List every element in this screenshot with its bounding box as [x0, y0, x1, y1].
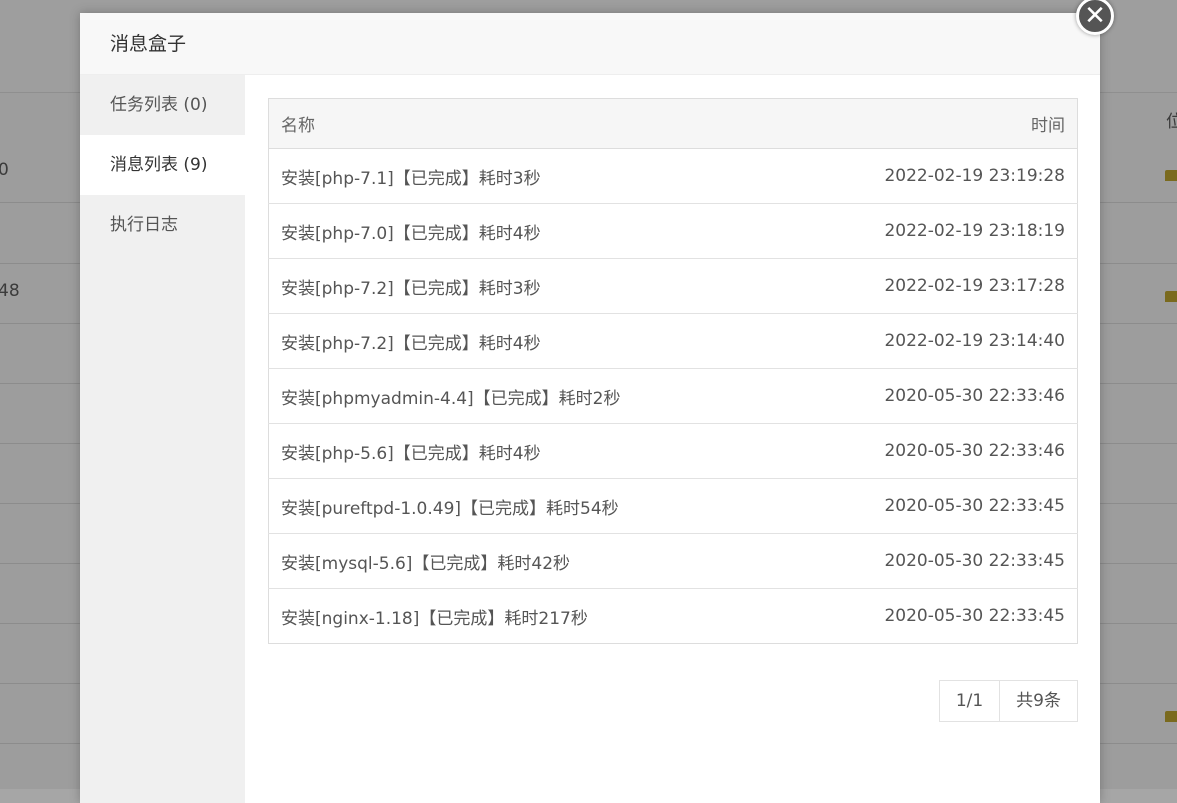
message-name: 安装[php-7.2]【已完成】耗时4秒 [268, 313, 786, 369]
message-time: 2022-02-19 23:14:40 [785, 313, 1078, 369]
dialog-title: 消息盒子 [110, 33, 187, 55]
sidebar-item-task-list[interactable]: 任务列表 (0) [80, 75, 245, 135]
message-time: 2022-02-19 23:18:19 [785, 203, 1078, 259]
table-row: 安装[php-7.0]【已完成】耗时4秒 2022-02-19 23:18:19 [268, 203, 1078, 259]
sidebar-item-label: 消息列表 (9) [110, 155, 208, 175]
table-row: 安装[php-7.2]【已完成】耗时4秒 2022-02-19 23:14:40 [268, 313, 1078, 369]
message-name: 安装[pureftpd-1.0.49]【已完成】耗时54秒 [268, 478, 786, 534]
message-name: 安装[mysql-5.6]【已完成】耗时42秒 [268, 533, 786, 589]
message-name: 安装[nginx-1.18]【已完成】耗时217秒 [268, 588, 786, 644]
sidebar-item-message-list[interactable]: 消息列表 (9) [80, 135, 245, 195]
message-name: 安装[php-7.2]【已完成】耗时3秒 [268, 258, 786, 314]
column-header-name: 名称 [268, 98, 786, 149]
table-row: 安装[nginx-1.18]【已完成】耗时217秒 2020-05-30 22:… [268, 588, 1078, 644]
message-name: 安装[php-7.0]【已完成】耗时4秒 [268, 203, 786, 259]
sidebar-item-execution-log[interactable]: 执行日志 [80, 195, 245, 255]
message-name: 安装[phpmyadmin-4.4]【已完成】耗时2秒 [268, 368, 786, 424]
dialog-header: 消息盒子 [80, 13, 1100, 75]
folder-icon [1165, 170, 1177, 181]
message-time: 2020-05-30 22:33:45 [785, 533, 1078, 589]
table-header-row: 名称 时间 [268, 98, 1078, 149]
message-name: 安装[php-5.6]【已完成】耗时4秒 [268, 423, 786, 479]
pagination: 1/1 共9条 [938, 680, 1078, 722]
sidebar-item-label: 执行日志 [110, 215, 178, 235]
table-row: 安装[phpmyadmin-4.4]【已完成】耗时2秒 2020-05-30 2… [268, 368, 1078, 424]
background-header-label: 位 [1166, 112, 1177, 132]
table-row: 安装[pureftpd-1.0.49]【已完成】耗时54秒 2020-05-30… [268, 478, 1078, 534]
folder-icon [1165, 711, 1177, 722]
table-row: 安装[php-7.1]【已完成】耗时3秒 2022-02-19 23:19:28 [268, 148, 1078, 204]
folder-icon [1165, 291, 1177, 302]
background-cell: 48 [0, 281, 20, 301]
message-list-content: 名称 时间 安装[php-7.1]【已完成】耗时3秒 2022-02-19 23… [268, 98, 1078, 722]
background-cell: 0 [0, 160, 9, 180]
message-time: 2022-02-19 23:19:28 [785, 148, 1078, 204]
message-box-dialog: 消息盒子 任务列表 (0) 消息列表 (9) 执行日志 名称 时间 安装[php… [80, 13, 1100, 803]
pagination-total: 共9条 [1016, 691, 1061, 711]
message-name: 安装[php-7.1]【已完成】耗时3秒 [268, 148, 786, 204]
pagination-page: 1/1 [940, 681, 1001, 721]
table-row: 安装[php-5.6]【已完成】耗时4秒 2020-05-30 22:33:46 [268, 423, 1078, 479]
message-time: 2020-05-30 22:33:46 [785, 423, 1078, 479]
message-time: 2020-05-30 22:33:45 [785, 588, 1078, 644]
message-time: 2022-02-19 23:17:28 [785, 258, 1078, 314]
column-header-time: 时间 [785, 98, 1078, 149]
message-time: 2020-05-30 22:33:45 [785, 478, 1078, 534]
sidebar-item-label: 任务列表 (0) [110, 95, 208, 115]
table-row: 安装[mysql-5.6]【已完成】耗时42秒 2020-05-30 22:33… [268, 533, 1078, 589]
close-icon: ✕ [1084, 1, 1106, 31]
message-time: 2020-05-30 22:33:46 [785, 368, 1078, 424]
dialog-sidebar: 任务列表 (0) 消息列表 (9) 执行日志 [80, 75, 245, 803]
message-table: 名称 时间 安装[php-7.1]【已完成】耗时3秒 2022-02-19 23… [268, 98, 1078, 644]
table-row: 安装[php-7.2]【已完成】耗时3秒 2022-02-19 23:17:28 [268, 258, 1078, 314]
